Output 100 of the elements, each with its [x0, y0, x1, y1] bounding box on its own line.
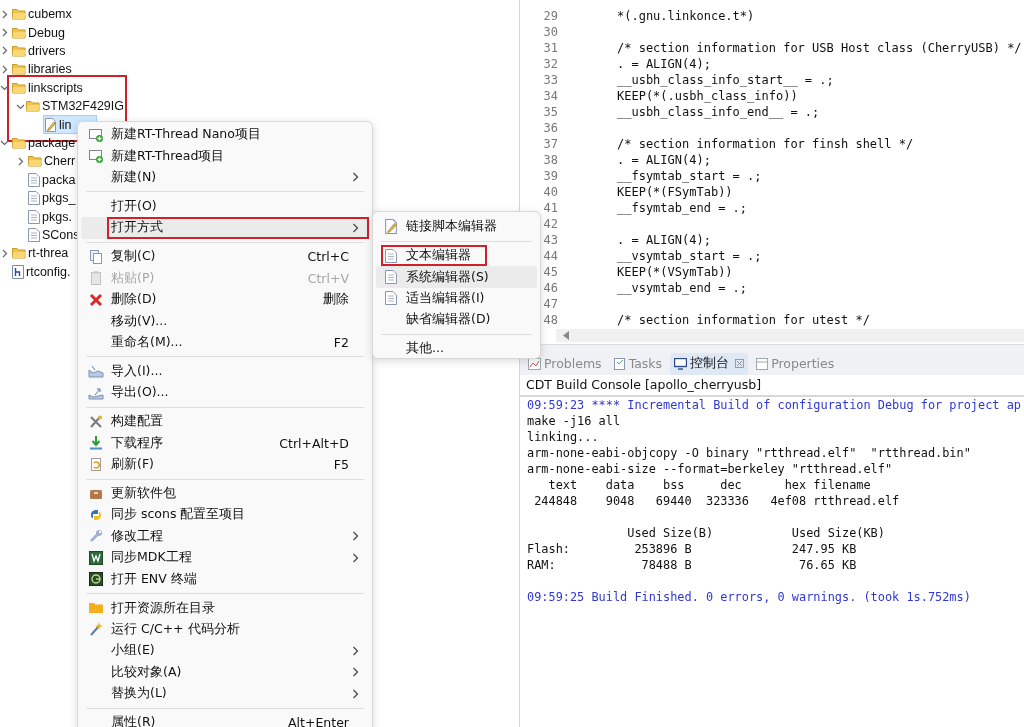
menu-item[interactable]: 导入(I)...: [81, 360, 369, 383]
menu-item[interactable]: 移动(V)...: [81, 310, 369, 332]
menu-item[interactable]: 适当编辑器(I): [376, 287, 537, 310]
code-line: __vsymtab_end = .;: [617, 280, 748, 296]
header-file-icon: [12, 264, 24, 279]
line-number: 33: [542, 72, 559, 88]
properties-icon: [756, 357, 769, 370]
menu-item[interactable]: 同步MDK工程: [81, 547, 369, 569]
refresh-icon: [88, 456, 104, 473]
monitor-plus-icon: [88, 126, 104, 143]
line-number: 30: [542, 24, 559, 40]
chevron-right-icon: [352, 172, 359, 183]
file-icon: [28, 172, 40, 187]
menu-item[interactable]: 删除(D) 删除: [81, 288, 369, 311]
folder-icon: [12, 26, 26, 39]
line-number: 45: [542, 264, 559, 280]
chevron-right-icon[interactable]: [0, 9, 9, 19]
chevron-right-icon[interactable]: [0, 46, 9, 56]
menu-item[interactable]: 刷新(F) F5: [81, 453, 369, 476]
console-line: 244848 9048 69440 323336 4ef08 rtthread.elf: [533, 493, 901, 509]
line-number: 38: [542, 152, 559, 168]
line-number: 31: [542, 40, 559, 56]
line-number: 47: [542, 296, 559, 312]
folder-icon: [12, 45, 26, 57]
tree-item[interactable]: rtconfig.: [11, 262, 72, 282]
file-icon: [28, 209, 40, 224]
wand-icon: [88, 621, 104, 638]
chevron-right-icon[interactable]: [0, 64, 9, 74]
console-line: Used Size(B) Used Size(KB): [626, 525, 886, 541]
clipboard-icon: [613, 357, 626, 370]
tree-item[interactable]: rt-threa: [11, 243, 70, 263]
line-number: 42: [542, 216, 559, 232]
line-number: 43: [542, 232, 559, 248]
menu-item[interactable]: 打开(O): [81, 195, 369, 218]
line-number: 36: [542, 120, 559, 136]
chevron-right-icon: [352, 667, 359, 678]
menu-item[interactable]: 打开 ENV 终端: [81, 568, 369, 590]
menu-item[interactable]: 更新软件包: [81, 482, 369, 505]
code-line: /* section information for USB Host class (CherryUSB) */: [617, 40, 1022, 56]
code-line: __usbh_class_info_start__ = .;: [617, 72, 834, 88]
chevron-right-icon[interactable]: [16, 156, 25, 166]
menu-item[interactable]: 其他...: [376, 338, 537, 360]
menu-item[interactable]: 导出(O)...: [81, 382, 369, 404]
menu-item[interactable]: 替换为(L): [81, 682, 369, 705]
tree-item[interactable]: pkgs.: [27, 207, 73, 226]
menu-item[interactable]: 新建RT-Thread项目: [81, 145, 369, 167]
menu-item[interactable]: 链接脚本编辑器: [376, 216, 537, 238]
tree-item[interactable]: pkgs_: [27, 188, 77, 208]
tree-item[interactable]: STM32F429IG: [25, 96, 125, 116]
menu-item[interactable]: 同步 scons 配置至项目: [81, 504, 369, 526]
code-line: /* section information for utest */: [617, 312, 870, 328]
chevron-down-icon[interactable]: [0, 138, 9, 148]
folder-icon: [26, 100, 40, 113]
file-icon: [28, 227, 40, 242]
menu-item[interactable]: 新建(N): [81, 166, 369, 189]
menu-item[interactable]: 下载程序 Ctrl+Alt+D: [81, 432, 369, 454]
menu-item[interactable]: 复制(C) Ctrl+C: [81, 246, 369, 268]
menu-item[interactable]: 属性(R) Alt+Enter: [81, 711, 369, 727]
tree-item[interactable]: Cherr: [27, 151, 77, 171]
tree-item[interactable]: Debug: [11, 23, 66, 43]
file-icon: [385, 248, 397, 263]
line-number: 32: [542, 56, 559, 72]
menu-item[interactable]: 文本编辑器: [376, 245, 537, 267]
menu-item[interactable]: 重命名(M)... F2: [81, 331, 369, 354]
menu-item[interactable]: 比较对象(A): [81, 661, 369, 683]
line-number: 46: [542, 280, 559, 296]
menu-item[interactable]: 运行 C/C++ 代码分析: [81, 618, 369, 641]
menu-item[interactable]: 缺省编辑器(D): [376, 309, 537, 331]
tree-item[interactable]: cubemx: [11, 4, 73, 24]
chevron-right-icon: [352, 688, 359, 699]
horizontal-scrollbar[interactable]: [556, 329, 1024, 342]
chevron-right-icon[interactable]: [0, 248, 9, 258]
menu-item[interactable]: 系统编辑器(S): [376, 266, 537, 288]
menu-item[interactable]: 小组(E): [81, 640, 369, 662]
code-line: KEEP(*(VSymTab)): [617, 264, 733, 280]
tree-item[interactable]: packa: [27, 170, 77, 190]
code-line: __vsymtab_start = .;: [617, 248, 762, 264]
tree-item[interactable]: libraries: [11, 59, 73, 79]
close-icon[interactable]: [735, 359, 745, 368]
scroll-left-icon[interactable]: [562, 331, 570, 340]
file-icon: [385, 270, 397, 285]
line-number: 44: [542, 248, 559, 264]
folder-icon: [12, 8, 26, 21]
line-number: 39: [542, 168, 559, 184]
tree-item[interactable]: linkscripts: [11, 78, 84, 98]
menu-item[interactable]: 构建配置: [81, 411, 369, 433]
menu-item[interactable]: 打开资源所在目录: [81, 597, 369, 619]
console-title: CDT Build Console [apollo_cherryusb]: [520, 375, 1024, 397]
code-line: /* section information for finsh shell */: [617, 136, 914, 152]
chevron-right-icon: [352, 222, 359, 233]
menu-item[interactable]: 修改工程: [81, 525, 369, 547]
tree-item[interactable]: drivers: [11, 41, 67, 61]
panel-tab[interactable]: 控制台: [670, 353, 749, 375]
menu-item[interactable]: 打开方式: [81, 217, 369, 239]
chevron-right-icon[interactable]: [0, 28, 9, 38]
import-icon: [88, 363, 104, 380]
pencil-file-icon: [44, 117, 57, 132]
code-line: __usbh_class_info_end__ = .;: [617, 104, 820, 120]
chevron-down-icon[interactable]: [0, 83, 9, 93]
console-line: arm-none-eabi-objcopy -O binary "rtthread.elf" "rtthread.bin": [527, 445, 972, 461]
